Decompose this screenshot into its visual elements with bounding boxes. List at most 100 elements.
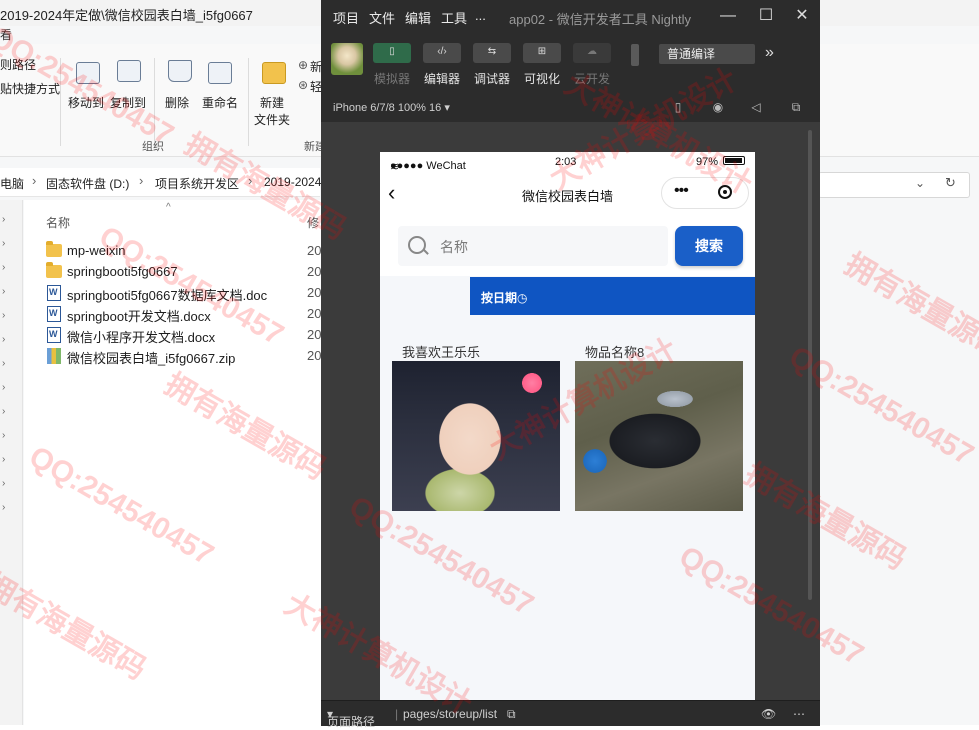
paste-shortcut-item[interactable]: 贴快捷方式 xyxy=(0,80,60,97)
rename-icon[interactable] xyxy=(208,62,232,84)
breadcrumb[interactable]: 电脑 › 固态软件盘 (D:) › 项目系统开发区 › 2019-2024 xyxy=(0,168,321,197)
expand-arrow-icon[interactable]: › xyxy=(2,502,5,513)
file-name[interactable]: springbooti5fg0667数据库文档.doc xyxy=(67,285,267,304)
expand-arrow-icon[interactable]: › xyxy=(2,214,5,225)
phone-icon: ▯ xyxy=(389,46,395,57)
visual-toggle[interactable]: ⊞ 可视化 xyxy=(521,43,563,86)
file-name[interactable]: 微信小程序开发文档.docx xyxy=(67,327,215,346)
user-avatar[interactable] xyxy=(331,43,363,75)
phone-outline-icon[interactable]: ▯ xyxy=(671,100,685,114)
file-name[interactable]: mp-weixin xyxy=(67,243,126,258)
new-folder-icon[interactable] xyxy=(262,62,286,84)
copy-icon[interactable]: ⧉ xyxy=(507,707,516,722)
chevron-right-icon[interactable]: › xyxy=(139,173,143,188)
copy-to-button[interactable]: 复制到 xyxy=(110,94,146,111)
breadcrumb-item[interactable]: 2019-2024 xyxy=(264,175,321,189)
expand-arrow-icon[interactable]: › xyxy=(2,286,5,297)
navigation-pane[interactable]: › › › › › › › › › › › › › xyxy=(0,200,23,725)
breadcrumb-item[interactable]: 项目系统开发区 xyxy=(155,175,239,192)
expand-arrow-icon[interactable]: › xyxy=(2,478,5,489)
move-to-button[interactable]: 移动到 xyxy=(68,94,104,111)
copy-path-item[interactable]: 则路径 xyxy=(0,56,36,73)
compile-mode-select[interactable]: 普通编译 xyxy=(659,44,755,64)
search-button[interactable]: 搜索 xyxy=(675,226,743,266)
file-row[interactable]: mp-weixin 20 xyxy=(46,241,346,261)
expand-arrow-icon[interactable]: › xyxy=(2,382,5,393)
menu-project[interactable]: 项目 xyxy=(333,8,359,27)
chevron-down-icon[interactable]: ⌄ xyxy=(915,176,925,190)
editor-toggle[interactable]: ‹/› 编辑器 xyxy=(421,43,463,86)
move-to-icon[interactable] xyxy=(76,62,100,84)
close-target-icon[interactable] xyxy=(718,185,732,199)
devtools-app-title: app02 - 微信开发者工具 Nightly xyxy=(509,12,692,27)
easy-access-icon[interactable]: ⊛ xyxy=(298,78,308,92)
expand-arrow-icon[interactable]: › xyxy=(2,238,5,249)
stage-scrollbar[interactable] xyxy=(808,130,812,600)
date-sort-button[interactable]: 按日期◷ xyxy=(481,289,528,306)
clock-icon: ◷ xyxy=(517,291,528,305)
new-folder-button-line2[interactable]: 文件夹 xyxy=(254,111,290,128)
eye-icon[interactable]: 👁 xyxy=(761,707,776,721)
expand-arrow-icon[interactable]: › xyxy=(2,454,5,465)
file-list[interactable]: 名称 ^ 修 mp-weixin 20 springbooti5fg0667 2… xyxy=(24,200,324,725)
new-folder-button-line1[interactable]: 新建 xyxy=(260,94,284,111)
menu-file[interactable]: 文件 xyxy=(369,8,395,27)
minimize-icon[interactable]: — xyxy=(717,6,739,26)
expand-arrow-icon[interactable]: › xyxy=(2,310,5,321)
file-name[interactable]: springbooti5fg0667 xyxy=(67,264,178,279)
toolbar-splitter[interactable] xyxy=(631,44,639,66)
copy-to-icon[interactable] xyxy=(117,60,141,82)
chevron-right-icon[interactable]: › xyxy=(32,173,36,188)
new-item-icon[interactable]: ⊕ xyxy=(298,58,308,72)
expand-arrow-icon[interactable]: › xyxy=(2,430,5,441)
page-path-dropdown[interactable]: 页面路径 ▾ xyxy=(327,707,375,729)
cloud-dev-toggle[interactable]: ☁ 云开发 xyxy=(571,43,613,86)
maximize-icon[interactable]: ☐ xyxy=(755,6,777,26)
column-header-modified[interactable]: 修 xyxy=(307,214,319,231)
window-icon[interactable]: ⧉ xyxy=(789,100,803,114)
expand-arrow-icon[interactable]: › xyxy=(2,334,5,345)
battery-icon xyxy=(723,156,745,165)
search-input[interactable] xyxy=(438,236,662,258)
rename-button[interactable]: 重命名 xyxy=(202,94,238,111)
menu-more[interactable]: ... xyxy=(475,8,486,23)
refresh-icon[interactable]: ↻ xyxy=(945,175,956,191)
item-image-car-keys-photo[interactable] xyxy=(575,361,743,511)
debugger-toggle[interactable]: ⇆ 调试器 xyxy=(471,43,513,86)
breadcrumb-item[interactable]: 电脑 xyxy=(0,175,24,192)
more-dots-icon[interactable]: ••• xyxy=(674,182,689,200)
explorer-menu-fragment[interactable]: 看 xyxy=(0,26,12,44)
expand-arrow-icon[interactable]: › xyxy=(2,406,5,417)
close-icon[interactable]: ✕ xyxy=(791,6,813,26)
menu-tools[interactable]: 工具 xyxy=(441,8,467,27)
file-name[interactable]: 微信校园表白墙_i5fg0667.zip xyxy=(67,348,235,367)
column-header-name[interactable]: 名称 xyxy=(46,214,70,231)
expand-arrow-icon[interactable]: › xyxy=(2,262,5,273)
trash-icon[interactable] xyxy=(168,60,192,82)
date-filter-bar[interactable]: 按日期◷ xyxy=(470,277,755,315)
file-row[interactable]: springbooti5fg0667 20 xyxy=(46,262,346,282)
file-row[interactable]: springboot开发文档.docx 20 xyxy=(46,304,346,324)
breadcrumb-item[interactable]: 固态软件盘 (D:) xyxy=(46,175,129,192)
layout-icon: ⊞ xyxy=(537,46,547,57)
search-box[interactable] xyxy=(398,226,668,266)
expand-arrow-icon[interactable]: › xyxy=(2,358,5,369)
file-row[interactable]: 微信校园表白墙_i5fg0667.zip 20 xyxy=(46,346,346,366)
file-row[interactable]: springbooti5fg0667数据库文档.doc 20 xyxy=(46,283,346,303)
folder-icon xyxy=(46,241,62,257)
file-name[interactable]: springboot开发文档.docx xyxy=(67,306,211,325)
double-chevron-right-icon[interactable]: » xyxy=(765,44,774,62)
battery-percent: 97% xyxy=(696,156,719,168)
device-select[interactable]: iPhone 6/7/8 100% 16 ▾ xyxy=(333,101,450,114)
more-icon[interactable]: ⋯ xyxy=(793,707,805,721)
file-row[interactable]: 微信小程序开发文档.docx 20 xyxy=(46,325,346,345)
simulator-toggle[interactable]: ▯ 模拟器 xyxy=(371,43,413,86)
address-dropdown-area[interactable]: ⌄ ↻ xyxy=(818,172,970,198)
chevron-right-icon[interactable]: › xyxy=(248,173,252,188)
menu-edit[interactable]: 编辑 xyxy=(405,8,431,27)
record-icon[interactable]: ◉ xyxy=(711,100,725,114)
item-image-girl-photo[interactable] xyxy=(392,361,560,511)
visual-label: 可视化 xyxy=(523,72,560,86)
speaker-icon[interactable]: ◁ xyxy=(749,100,763,114)
delete-button[interactable]: 删除 xyxy=(165,94,189,111)
